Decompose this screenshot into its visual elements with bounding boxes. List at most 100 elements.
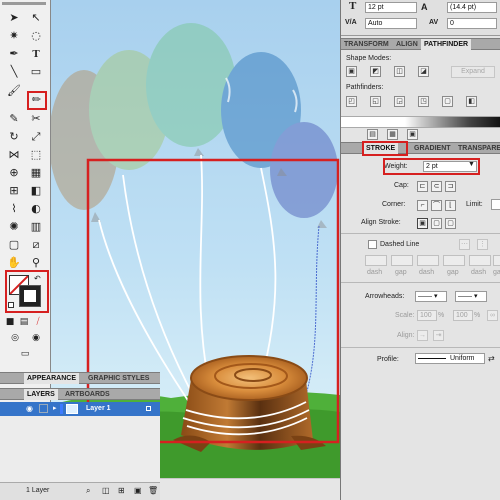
draw-normal-icon[interactable]: ◎: [5, 330, 25, 346]
slice-tool-icon[interactable]: ⧄: [27, 237, 45, 253]
end-arrowhead-select[interactable]: —— ▾: [455, 291, 487, 302]
scissors-tool-icon[interactable]: ✂: [27, 111, 45, 127]
draw-behind-icon[interactable]: ◉: [26, 330, 46, 346]
divide-icon[interactable]: ◰: [346, 96, 357, 107]
width-tool-icon[interactable]: ⋈: [5, 147, 23, 163]
align-outside-icon[interactable]: ▢: [445, 218, 456, 229]
selection-tool-icon[interactable]: ➤: [5, 10, 23, 26]
dashed-line-checkbox[interactable]: [368, 240, 377, 249]
gap-field-3[interactable]: [493, 255, 500, 266]
tab-align[interactable]: ALIGN: [393, 39, 421, 50]
start-arrowhead-select[interactable]: —— ▾: [415, 291, 447, 302]
exclude-icon[interactable]: ◪: [418, 66, 429, 77]
paintbrush-tool-icon[interactable]: 🖌: [5, 83, 23, 99]
new-sublayer-icon[interactable]: ⊞: [118, 486, 125, 495]
swatch-libraries-icon[interactable]: ▤: [367, 129, 378, 140]
link-scale-icon[interactable]: ∞: [487, 310, 498, 321]
projecting-cap-icon[interactable]: ⊐: [445, 181, 456, 192]
tab-transform[interactable]: TRANSFORM: [341, 39, 392, 50]
tab-graphic-styles[interactable]: GRAPHIC STYLES: [85, 373, 152, 384]
flip-profile-icon[interactable]: ⇄: [488, 354, 495, 363]
rotate-tool-icon[interactable]: ↻: [5, 129, 23, 145]
hand-tool-icon[interactable]: ✋: [5, 255, 23, 271]
kerning-field[interactable]: Auto: [365, 18, 417, 29]
arrow-tip-beyond-icon[interactable]: →: [417, 330, 428, 341]
lock-toggle-icon[interactable]: [39, 404, 48, 413]
layer-target-icon[interactable]: [146, 406, 151, 411]
color-mode-icon[interactable]: ■: [4, 314, 16, 330]
new-layer-icon[interactable]: ▣: [134, 486, 142, 495]
preserve-dashes-icon[interactable]: ⋯: [459, 239, 470, 250]
gradient-mode-icon[interactable]: ▤: [18, 314, 30, 330]
scale-start-field[interactable]: 100: [417, 310, 437, 321]
font-size-field[interactable]: 12 pt: [365, 2, 417, 13]
layer-row[interactable]: ◉ ▸ Layer 1: [0, 402, 160, 416]
tracking-field[interactable]: 0: [447, 18, 497, 29]
expand-button[interactable]: Expand: [451, 66, 495, 78]
tab-gradient[interactable]: GRADIENT: [411, 143, 454, 154]
layer-name[interactable]: Layer 1: [86, 405, 111, 412]
tab-appearance[interactable]: APPEARANCE: [24, 373, 80, 384]
rectangle-tool-icon[interactable]: ▭: [27, 64, 45, 80]
minus-front-icon[interactable]: ◩: [370, 66, 381, 77]
screen-mode-icon[interactable]: ▭: [12, 346, 38, 362]
bevel-join-icon[interactable]: ⌊: [445, 200, 456, 211]
round-join-icon[interactable]: ⌒: [431, 200, 442, 211]
miter-join-icon[interactable]: ⌐: [417, 200, 428, 211]
gap-field-1[interactable]: [391, 255, 413, 266]
shape-builder-tool-icon[interactable]: ⊕: [5, 165, 23, 181]
zoom-tool-icon[interactable]: ⚲: [27, 255, 45, 271]
align-inside-icon[interactable]: ▢: [431, 218, 442, 229]
mesh-tool-icon[interactable]: ⊞: [5, 183, 23, 199]
align-center-icon[interactable]: ▣: [417, 218, 428, 229]
new-swatch-icon[interactable]: ▣: [407, 129, 418, 140]
locate-object-icon[interactable]: ⌕: [86, 486, 90, 496]
unite-icon[interactable]: ▣: [346, 66, 357, 77]
merge-icon[interactable]: ◲: [394, 96, 405, 107]
blob-brush-tool-icon[interactable]: ✎: [5, 111, 23, 127]
scale-tool-icon[interactable]: ⤢: [27, 129, 45, 145]
direct-selection-tool-icon[interactable]: ↖: [27, 10, 45, 26]
dash-field-1[interactable]: [365, 255, 387, 266]
scale-end-field[interactable]: 100: [453, 310, 473, 321]
trim-icon[interactable]: ◱: [370, 96, 381, 107]
intersect-icon[interactable]: ◫: [394, 66, 405, 77]
arrow-tip-at-end-icon[interactable]: ⇥: [433, 330, 444, 341]
round-cap-icon[interactable]: ⊂: [431, 181, 442, 192]
artboard-tool-icon[interactable]: ▢: [5, 237, 23, 253]
profile-select[interactable]: Uniform: [415, 353, 485, 364]
dash-field-3[interactable]: [469, 255, 491, 266]
tab-pathfinder[interactable]: PATHFINDER: [421, 39, 472, 50]
lasso-tool-icon[interactable]: ◌: [27, 28, 45, 44]
eyedropper-tool-icon[interactable]: ⌇: [5, 201, 23, 217]
tab-transparency[interactable]: TRANSPARENCY: [455, 143, 500, 154]
none-mode-icon[interactable]: ⧸: [32, 314, 44, 330]
tab-artboards[interactable]: ARTBOARDS: [62, 389, 113, 400]
make-clipping-mask-icon[interactable]: ◫: [102, 486, 110, 495]
type-tool-icon[interactable]: T: [27, 46, 45, 62]
leading-field[interactable]: (14.4 pt): [447, 2, 497, 13]
show-swatch-kinds-icon[interactable]: ▦: [387, 129, 398, 140]
column-graph-tool-icon[interactable]: ▥: [27, 219, 45, 235]
free-transform-tool-icon[interactable]: ⬚: [27, 147, 45, 163]
visibility-eye-icon[interactable]: ◉: [26, 404, 33, 413]
minus-back-icon[interactable]: ◧: [466, 96, 477, 107]
line-segment-tool-icon[interactable]: ╲: [5, 64, 23, 80]
outline-icon[interactable]: ▢: [442, 96, 453, 107]
swatch-strip[interactable]: [341, 116, 500, 128]
perspective-grid-tool-icon[interactable]: ▦: [27, 165, 45, 181]
tools-panel-grip[interactable]: [2, 2, 46, 5]
crop-icon[interactable]: ◳: [418, 96, 429, 107]
blend-tool-icon[interactable]: ◐: [27, 201, 45, 217]
expand-layer-icon[interactable]: ▸: [53, 404, 57, 412]
align-dashes-icon[interactable]: ⋮: [477, 239, 488, 250]
selected-pencil-path[interactable]: [305, 225, 320, 396]
dash-field-2[interactable]: [417, 255, 439, 266]
miter-limit-field[interactable]: [491, 199, 500, 210]
symbol-sprayer-tool-icon[interactable]: ✺: [5, 219, 23, 235]
delete-layer-icon[interactable]: 🗑: [148, 486, 158, 495]
gap-field-2[interactable]: [443, 255, 465, 266]
magic-wand-tool-icon[interactable]: ✷: [5, 28, 23, 44]
pen-tool-icon[interactable]: ✒: [5, 46, 23, 62]
tab-layers[interactable]: LAYERS: [24, 389, 58, 400]
